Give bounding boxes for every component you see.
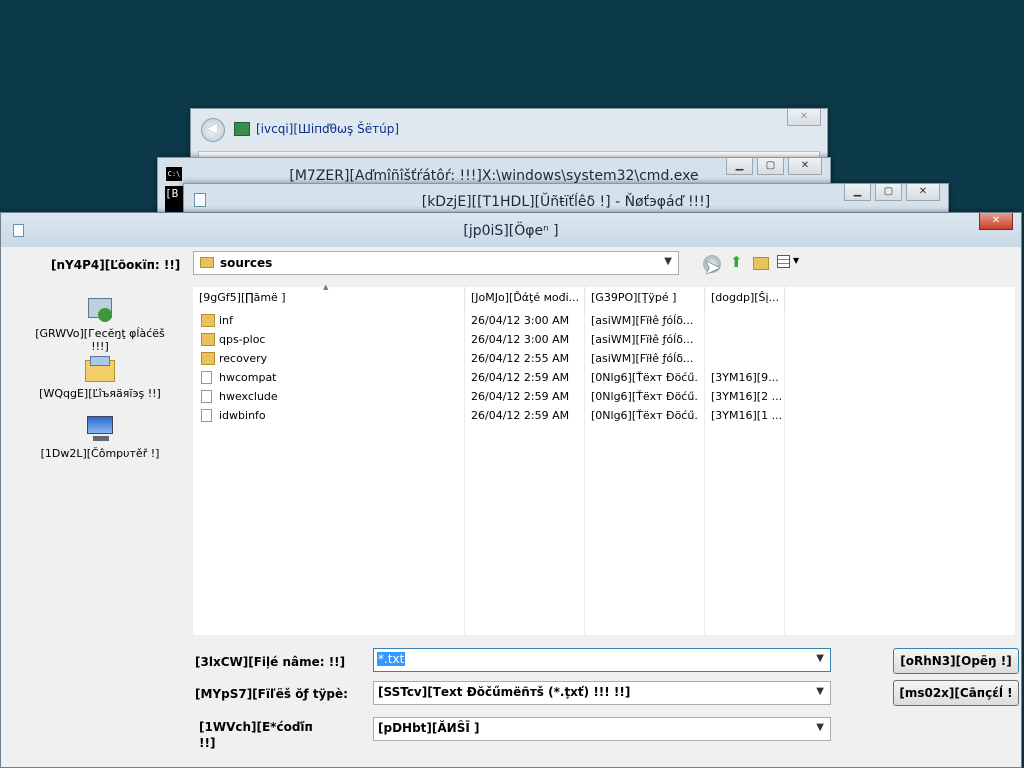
file-type-select[interactable]: [SSTcv][Теxt Ðŏčűmëñтš (*.ţxť) !!! !!] ▼ <box>373 681 831 705</box>
file-type-cell: [0Nlg6][Ťёхт Ðöćű... <box>591 371 699 384</box>
column-header-date[interactable]: [JoMJo][Ďάţé мοđі... <box>465 287 585 309</box>
view-menu-icon[interactable]: ▼ <box>777 255 801 271</box>
text-file-icon <box>201 390 212 403</box>
place-recent[interactable]: [GRWVo][Гесĕŋţ φĺàćёš !!!] <box>25 294 175 353</box>
file-date-cell: 26/04/12 2:59 AM <box>471 371 570 384</box>
chevron-down-icon: ▼ <box>816 722 824 733</box>
folder-icon <box>200 257 214 268</box>
dialog-title: [jp0iS][Öφеⁿ ] <box>463 223 559 239</box>
computer-icon <box>84 414 116 444</box>
list-item[interactable]: idwbinfo 26/04/12 2:59 AM [0Nlg6][Ťёхт Ðöć… <box>193 406 793 425</box>
encoding-value: [pDHbt][ĂИŜĪ ] <box>378 721 480 735</box>
chevron-down-icon: ▼ <box>664 256 672 267</box>
column-header-name[interactable]: [9gGf5][∏āmё ] <box>193 287 465 309</box>
file-type-cell: [asiWM][Fïłê ƒóĺδ... <box>591 352 694 365</box>
setup-icon <box>234 122 250 136</box>
chevron-down-icon: ▼ <box>816 653 824 664</box>
close-icon: ✕ <box>918 186 928 197</box>
place-label: [1Dw2L][Čômрυтěř !] <box>40 447 160 460</box>
notepad-close-button[interactable]: ✕ <box>906 184 940 201</box>
list-item[interactable]: inf 26/04/12 3:00 AM [asiWM][Fïłê ƒóĺδ... <box>193 311 793 330</box>
open-dialog: [jp0iS][Öφеⁿ ] ✕ [nY4P4][Ľõокïп: !!] sou… <box>0 212 1022 768</box>
file-date-cell: 26/04/12 3:00 AM <box>471 314 570 327</box>
file-date-cell: 26/04/12 3:00 AM <box>471 333 570 346</box>
column-header-type[interactable]: [G39PO][Ţÿрé ] <box>585 287 705 309</box>
cmd-close-button[interactable]: ✕ <box>788 158 822 175</box>
cancel-button[interactable]: [ms02x][Cāпçέĺ ! <box>893 680 1019 706</box>
cmd-maximize-button[interactable]: ▢ <box>757 158 784 175</box>
maximize-icon: ▢ <box>765 160 776 171</box>
text-file-icon <box>201 409 212 422</box>
maximize-icon: ▢ <box>883 186 894 197</box>
file-name-cell: inf <box>219 314 233 327</box>
encoding-select[interactable]: [pDHbt][ĂИŜĪ ] ▼ <box>373 717 831 741</box>
list-item[interactable]: hwexclude 26/04/12 2:59 AM [0Nlg6][Ťёхт Ðö… <box>193 387 793 406</box>
arrow-left-icon: ◀ <box>207 121 217 136</box>
column-header-size[interactable]: [dogdp][Ŝį... <box>705 287 785 309</box>
list-item[interactable]: recovery 26/04/12 2:55 AM [asiWM][Fïłê ƒóĺ… <box>193 349 793 368</box>
file-date-cell: 26/04/12 2:59 AM <box>471 409 570 422</box>
file-name-input[interactable]: *.txt <box>377 652 406 666</box>
close-icon: ✕ <box>800 160 810 171</box>
file-name-cell: hwcompat <box>219 371 277 384</box>
notepad-window-title: [kDzjE][[T1HDL][Ŭñŧïťĺêδ !] - Ňøťэφáď !!… <box>421 194 711 210</box>
text-file-icon <box>201 371 212 384</box>
file-type-cell: [asiWM][Fïłê ƒóĺδ... <box>591 314 694 327</box>
list-item[interactable]: qps-ploc 26/04/12 3:00 AM [asiWM][Fïłê ƒóĺ… <box>193 330 793 349</box>
file-name-cell: recovery <box>219 352 268 365</box>
recent-places-icon <box>84 294 116 324</box>
up-folder-icon[interactable]: ⬆ <box>729 253 745 271</box>
place-computer[interactable]: [1Dw2L][Čômрυтěř !] <box>25 414 175 460</box>
file-name-cell: idwbinfo <box>219 409 266 422</box>
place-label: [WQqgE][Ľîъяäяīэş !!] <box>39 387 161 400</box>
places-bar: [GRWVo][Гесĕŋţ φĺàćёš !!!] [WQqgE][Ľîъяä… <box>21 286 181 634</box>
notepad-minimize-button[interactable]: ▁ <box>844 184 871 201</box>
minimize-icon: ▁ <box>735 160 744 171</box>
file-name-cell: hwexclude <box>219 390 278 403</box>
file-date-cell: 26/04/12 2:59 AM <box>471 390 570 403</box>
file-size-cell: [3YM16][1 ... <box>711 409 783 422</box>
setup-close-button[interactable]: ✕ <box>787 109 821 126</box>
setup-window-title: [ivcqi][Шіпďθωş Šётúp] <box>256 122 400 136</box>
dialog-close-button[interactable]: ✕ <box>979 213 1013 230</box>
file-name-cell: qps-ploc <box>219 333 266 346</box>
dialog-titlebar: [jp0iS][Öφеⁿ ] ✕ <box>1 213 1021 247</box>
file-size-cell: [3YM16][2 ... <box>711 390 783 403</box>
file-type-cell: [0Nlg6][Ťёхт Ðöćű... <box>591 390 699 403</box>
close-icon: ✕ <box>799 111 809 122</box>
cmd-minimize-button[interactable]: ▁ <box>726 158 753 175</box>
minimize-icon: ▁ <box>853 186 862 197</box>
file-name-combo[interactable]: *.txt ▼ <box>373 648 831 672</box>
place-libraries[interactable]: [WQqgE][Ľîъяäяīэş !!] <box>25 354 175 400</box>
new-folder-icon[interactable] <box>753 257 769 270</box>
notepad-window: [kDzjE][[T1HDL][Ŭñŧïťĺêδ !] - Ňøťэφáď !!… <box>183 183 949 215</box>
file-type-label: [MYpS7][Fïľёš ŏƒ tÿpè: <box>195 687 348 701</box>
notepad-maximize-button[interactable]: ▢ <box>875 184 902 201</box>
open-button[interactable]: [oRhN3][Орёŋ !] <box>893 648 1019 674</box>
cmd-prompt-text: [B <box>165 187 179 200</box>
file-name-label: [3lxCW][Fiļé nâme: !!] <box>195 655 346 669</box>
look-in-value: sources <box>220 256 273 270</box>
look-in-label: [nY4P4][Ľõокïп: !!] <box>51 258 181 272</box>
back-button[interactable]: ◀ <box>201 118 225 142</box>
folder-icon <box>201 314 215 327</box>
file-size-cell: [3YM16][9... <box>711 371 779 384</box>
folder-icon <box>201 352 215 365</box>
file-type-cell: [0Nlg6][Ťёхт Ðöćű... <box>591 409 699 422</box>
mouse-cursor: ➤ <box>704 255 721 279</box>
look-in-combo[interactable]: sources ▼ <box>193 251 679 275</box>
encoding-label: [1WVch][Е*ćоďíп !!] <box>199 720 313 750</box>
place-label: [GRWVo][Гесĕŋţ φĺàćёš !!!] <box>35 327 165 353</box>
file-list[interactable]: [9gGf5][∏āmё ] ▲ [JoMJo][Ďάţé мοđі... [G… <box>193 283 1015 635</box>
chevron-down-icon: ▼ <box>816 686 824 697</box>
list-item[interactable]: hwcompat 26/04/12 2:59 AM [0Nlg6][Ťёхт Ðöć… <box>193 368 793 387</box>
sort-ascending-icon: ▲ <box>323 283 329 291</box>
file-type-value: [SSTcv][Теxt Ðŏčűmëñтš (*.ţxť) !!! !!] <box>378 685 631 699</box>
libraries-icon <box>84 354 116 384</box>
file-date-cell: 26/04/12 2:55 AM <box>471 352 570 365</box>
folder-icon <box>201 333 215 346</box>
file-type-cell: [asiWM][Fïłê ƒóĺδ... <box>591 333 694 346</box>
close-icon: ✕ <box>991 215 1001 226</box>
